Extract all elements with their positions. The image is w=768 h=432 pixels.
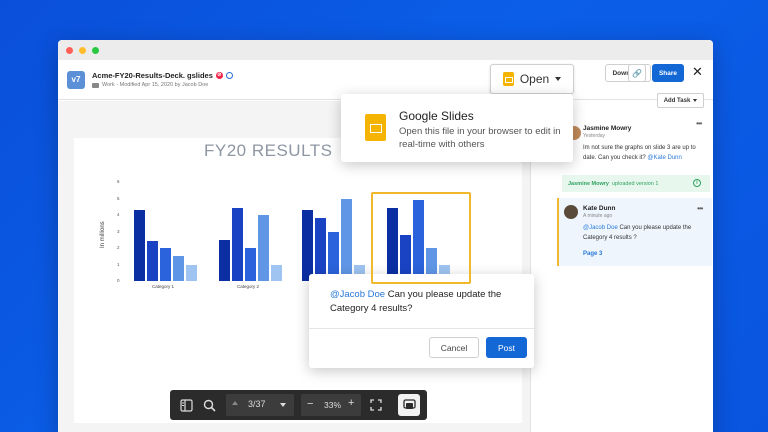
- y-tick-label: 1: [117, 261, 120, 267]
- file-info: Acme-FY20-Results-Deck. gslides ⊘ Work -…: [92, 71, 233, 88]
- mention-link: @Jacob Doe: [330, 289, 386, 300]
- post-button[interactable]: Post: [486, 337, 527, 358]
- upload-event: Jasmine Mowry uploaded version 1 i: [562, 175, 710, 192]
- version-badge[interactable]: v7: [67, 70, 85, 89]
- comment-card: Jasmine Mowry Yesterday Im not sure the …: [583, 125, 705, 163]
- chart-bar: [160, 248, 171, 281]
- chevron-down-icon: [555, 77, 562, 81]
- comment-composer: @Jacob Doe Can you please update the Cat…: [309, 274, 534, 368]
- add-task-label: Add Task: [663, 97, 691, 104]
- open-with-popup[interactable]: Google Slides Open this file in your bro…: [341, 94, 573, 162]
- zoom-control: − 33% +: [301, 394, 361, 416]
- folder-icon: [92, 82, 99, 88]
- chart-bar: [232, 208, 243, 281]
- info-icon[interactable]: i: [693, 179, 701, 187]
- more-options-icon[interactable]: •••: [696, 119, 702, 128]
- chart-bar: [245, 248, 256, 281]
- page-indicator[interactable]: 3/37: [248, 399, 266, 409]
- close-icon[interactable]: ✕: [692, 64, 703, 80]
- file-meta: Work - Modified Apr 15, 2020 by Jacob Do…: [102, 82, 209, 88]
- copy-link-button[interactable]: 🔗: [628, 64, 646, 82]
- chart-bar: [173, 256, 184, 281]
- comment-text: @Jacob Doe Can you please update the Cat…: [583, 225, 692, 241]
- more-options-icon[interactable]: •••: [697, 204, 703, 213]
- comment-time: A minute ago: [583, 213, 613, 219]
- popup-description: Open this file in your browser to edit i…: [399, 126, 561, 150]
- slide-title: FY20 RESULTS: [204, 141, 333, 160]
- file-name: Acme-FY20-Results-Deck. gslides: [92, 71, 213, 80]
- divider: [309, 328, 534, 329]
- maximize-window-button[interactable]: [92, 46, 99, 54]
- y-tick-label: 0: [117, 278, 120, 283]
- file-meta-row: Work - Modified Apr 15, 2020 by Jacob Do…: [92, 82, 233, 88]
- link-icon: 🔗: [632, 68, 642, 78]
- minimize-window-button[interactable]: [79, 46, 86, 54]
- comment-card: Kate Dunn A minute ago @Jacob Doe Can yo…: [583, 205, 703, 260]
- upload-author: Jasmine Mowry: [568, 180, 609, 187]
- chevron-down-icon[interactable]: [280, 403, 286, 407]
- y-tick-label: 3: [117, 228, 120, 234]
- page-navigator: 3/37: [226, 394, 294, 416]
- y-tick-label: 6: [117, 179, 120, 184]
- preview-toolbar: 3/37 − 33% +: [170, 390, 427, 420]
- close-window-button[interactable]: [66, 46, 73, 54]
- comment-draft[interactable]: @Jacob Doe Can you please update the Cat…: [330, 288, 520, 316]
- chart-bar: [134, 210, 145, 281]
- page-link[interactable]: Page 3: [583, 250, 703, 260]
- search-icon[interactable]: [201, 397, 217, 413]
- chart-y-axis-label: In millions: [100, 221, 106, 248]
- avatar: [564, 205, 578, 219]
- chevron-down-icon: [693, 99, 698, 102]
- chart-bar: [147, 241, 158, 281]
- zoom-out-icon[interactable]: −: [307, 398, 313, 410]
- x-tick-label: Category 1: [152, 284, 175, 289]
- open-label: Open: [519, 72, 550, 86]
- comment-author: Jasmine Mowry: [583, 125, 632, 132]
- restricted-icon: ⊘: [215, 72, 223, 79]
- google-slides-icon: [365, 114, 386, 141]
- window-titlebar: [58, 40, 713, 60]
- add-task-button[interactable]: Add Task: [657, 93, 704, 108]
- comment-author: Kate Dunn: [583, 205, 616, 212]
- chart-bar: [341, 198, 352, 281]
- chart-bar: [302, 210, 313, 281]
- y-tick-label: 2: [117, 245, 120, 250]
- collab-icon: [225, 72, 233, 79]
- chart-bar: [315, 218, 326, 281]
- y-tick-label: 4: [117, 212, 120, 217]
- open-button[interactable]: Open: [490, 64, 574, 94]
- y-tick-label: 5: [117, 195, 120, 201]
- comment-text: Im not sure the graphs on slide 3 are up…: [583, 145, 696, 161]
- zoom-level[interactable]: 33%: [324, 400, 341, 410]
- x-tick-label: Category 2: [237, 284, 260, 289]
- category4-highlight: [371, 192, 471, 284]
- chart-bar: [186, 264, 197, 281]
- comment-time: Yesterday: [583, 133, 606, 139]
- sidebar-toggle-icon[interactable]: [178, 397, 194, 413]
- zoom-in-icon[interactable]: +: [348, 397, 354, 409]
- file-name-row: Acme-FY20-Results-Deck. gslides ⊘: [92, 71, 233, 80]
- mention-link[interactable]: @Kate Dunn: [647, 155, 681, 161]
- share-button[interactable]: Share: [652, 64, 684, 82]
- fullscreen-icon[interactable]: [368, 397, 384, 413]
- popup-title: Google Slides: [399, 109, 474, 123]
- chart-bar: [271, 264, 282, 281]
- comments-toggle-icon[interactable]: [398, 394, 420, 416]
- google-slides-icon: [502, 72, 514, 86]
- upload-text: uploaded version 1: [611, 180, 659, 187]
- chart-bar: [258, 215, 269, 281]
- cancel-button[interactable]: Cancel: [429, 337, 479, 358]
- mention-link[interactable]: @Jacob Doe: [583, 225, 618, 231]
- chevron-up-icon[interactable]: [232, 401, 238, 405]
- chart-bar: [219, 239, 230, 281]
